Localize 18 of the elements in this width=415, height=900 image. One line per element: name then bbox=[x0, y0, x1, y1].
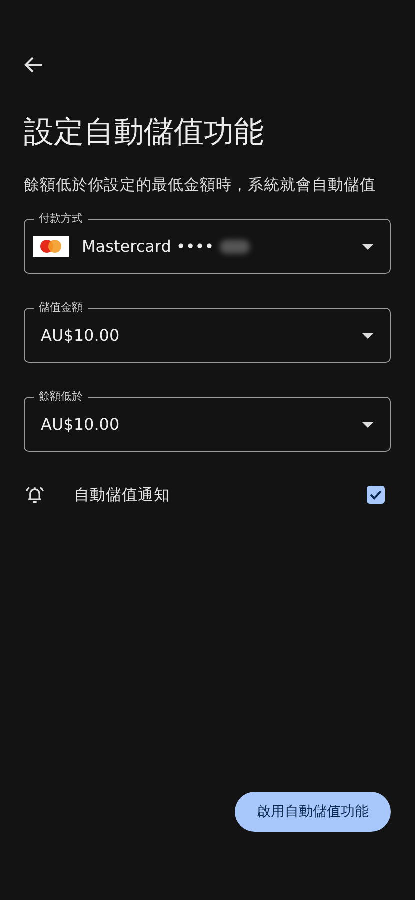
field-label: 餘額低於 bbox=[34, 390, 88, 404]
caret-icon bbox=[362, 332, 374, 338]
caret-icon bbox=[362, 422, 374, 428]
bell-icon bbox=[24, 484, 46, 506]
enable-button[interactable]: 啟用自動儲值功能 bbox=[235, 792, 391, 832]
notification-label: 自動儲值通知 bbox=[74, 484, 171, 506]
card-logo-icon bbox=[33, 236, 69, 257]
redaction-blur bbox=[220, 240, 250, 254]
field-value: Mastercard •••• bbox=[82, 237, 214, 256]
field-value: AU$10.00 bbox=[41, 326, 121, 345]
field-value: AU$10.00 bbox=[41, 415, 121, 434]
page-title: 設定自動儲值功能 bbox=[24, 114, 265, 152]
caret-icon bbox=[362, 244, 374, 250]
checkbox[interactable] bbox=[367, 486, 385, 504]
back-arrow-icon[interactable] bbox=[24, 55, 44, 75]
field-label: 付款方式 bbox=[34, 212, 88, 226]
field-label: 儲值金額 bbox=[34, 301, 88, 315]
description-text: 餘額低於你設定的最低金額時，系統就會自動儲值 bbox=[24, 175, 377, 196]
